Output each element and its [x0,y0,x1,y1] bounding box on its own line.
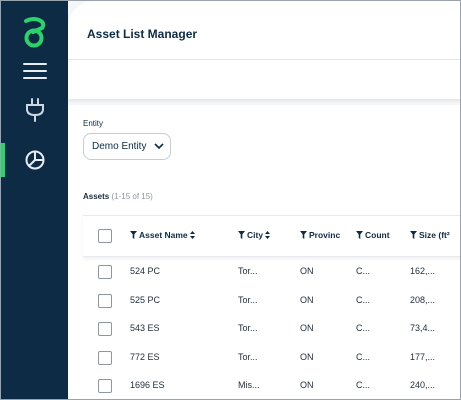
brand-logo[interactable] [19,17,49,49]
column-label: Asset Name [139,230,188,240]
row-checkbox[interactable] [98,265,112,279]
cell-asset-name: 543 ES [130,323,160,333]
row-checkbox[interactable] [98,379,112,393]
page-title: Asset List Manager [87,27,198,41]
filter-icon[interactable] [410,231,417,239]
app-window: Asset List Manager Entity Demo Entity As… [0,0,461,400]
assets-table: Asset Name City Provinc Count Size (ft² [83,215,460,399]
cell-asset-name: 1696 ES [130,380,165,390]
table-row[interactable]: 543 ES Tor... ON C... 73,4... [83,314,460,343]
filter-icon[interactable] [300,231,307,239]
table-row[interactable]: 525 PC Tor... ON C... 208,... [83,286,460,315]
main-area: Asset List Manager Entity Demo Entity As… [68,1,460,399]
table-row[interactable]: 772 ES Tor... ON C... 177,... [83,343,460,372]
row-checkbox[interactable] [98,350,112,365]
chevron-down-icon [154,143,164,150]
filter-icon[interactable] [238,231,245,239]
cell-size: 73,4... [410,323,436,333]
active-indicator [1,143,5,177]
cell-city: Tor... [238,323,258,333]
cell-city: Tor... [238,351,258,362]
cell-country: C... [356,323,371,333]
cell-province: ON [300,266,314,276]
cell-province: ON [300,294,314,305]
column-header-asset-name[interactable]: Asset Name [130,230,195,240]
content-panel: Entity Demo Entity Assets (1-15 of 15) A… [68,105,460,399]
cell-asset-name: 525 PC [130,294,161,305]
table-row[interactable]: 524 PC Tor... ON C... 162,... [83,257,460,286]
cell-size: 240,... [410,380,436,390]
cell-country: C... [356,266,371,276]
cell-city: Tor... [238,294,258,305]
sort-icon[interactable] [265,231,271,239]
menu-icon[interactable] [23,63,47,81]
filter-icon[interactable] [356,231,363,239]
column-header-country[interactable]: Count [356,230,396,240]
page-header: Asset List Manager [68,1,460,99]
entity-select[interactable]: Demo Entity [83,133,171,160]
select-all-checkbox[interactable] [98,229,112,243]
assets-count: (1-15 of 15) [111,192,153,201]
sort-icon[interactable] [189,231,195,239]
cell-size: 177,... [410,351,436,362]
table-row[interactable]: 1696 ES Mis... ON C... 240,... [83,371,460,399]
row-checkbox[interactable] [98,293,112,308]
cell-asset-name: 524 PC [130,266,161,276]
row-checkbox[interactable] [98,322,112,336]
cell-country: C... [356,294,371,305]
filter-icon[interactable] [130,231,137,239]
column-label: Size (ft² [419,230,450,240]
table-header: Asset Name City Provinc Count Size (ft² [83,215,460,257]
plug-icon[interactable] [23,97,47,123]
cell-province: ON [300,380,314,390]
entity-select-value: Demo Entity [92,141,147,152]
column-label: Count [365,230,390,240]
cell-size: 162,... [410,266,436,276]
cell-city: Mis... [238,380,260,390]
entity-label: Entity [83,119,104,128]
pie-chart-icon [25,150,45,170]
cell-asset-name: 772 ES [130,351,160,362]
header-divider [68,59,460,60]
sidebar [1,1,68,399]
cell-country: C... [356,351,371,362]
column-label: City [247,230,264,240]
assets-heading: Assets (1-15 of 15) [83,192,153,201]
sidebar-item-assets[interactable] [1,143,68,177]
cell-city: Tor... [238,266,258,276]
column-header-province[interactable]: Provinc [300,230,342,240]
cell-province: ON [300,323,314,333]
column-header-size[interactable]: Size (ft² [410,230,460,240]
column-label: Provinc [309,230,341,240]
cell-size: 208,... [410,294,436,305]
cell-country: C... [356,380,371,390]
assets-title: Assets [83,192,110,201]
cell-province: ON [300,351,314,362]
column-header-city[interactable]: City [238,230,271,240]
